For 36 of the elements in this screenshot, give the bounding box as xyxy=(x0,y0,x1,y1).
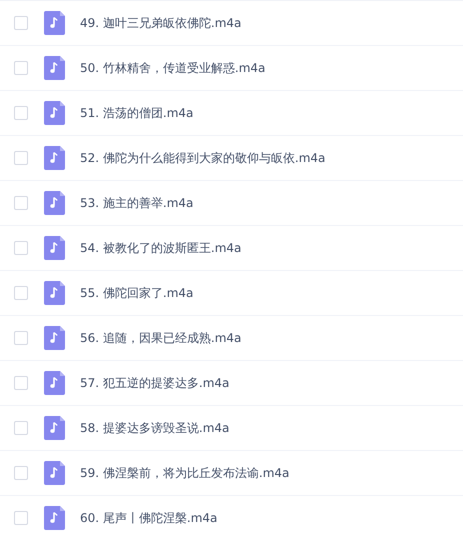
file-name[interactable]: 59. 佛涅槃前，将为比丘发布法谕.m4a xyxy=(80,464,290,482)
checkbox[interactable] xyxy=(14,286,28,300)
file-name[interactable]: 53. 施主的善举.m4a xyxy=(80,194,194,212)
audio-file-icon xyxy=(44,191,65,215)
file-name[interactable]: 58. 提婆达多谤毁圣说.m4a xyxy=(80,420,230,436)
checkbox[interactable] xyxy=(14,376,28,390)
checkbox[interactable] xyxy=(14,511,28,525)
audio-file-icon xyxy=(44,236,65,260)
audio-file-icon xyxy=(44,371,65,395)
checkbox[interactable] xyxy=(14,151,28,165)
checkbox[interactable] xyxy=(14,106,28,120)
audio-file-icon xyxy=(44,146,65,170)
file-name[interactable]: 55. 佛陀回家了.m4a xyxy=(80,284,194,302)
audio-file-icon xyxy=(44,101,65,125)
file-name[interactable]: 54. 被教化了的波斯匿王.m4a xyxy=(80,240,242,256)
audio-file-icon xyxy=(44,56,65,80)
audio-file-icon xyxy=(44,11,65,35)
audio-file-icon xyxy=(44,326,65,350)
checkbox[interactable] xyxy=(14,421,28,435)
file-name[interactable]: 52. 佛陀为什么能得到大家的敬仰与皈依.m4a xyxy=(80,150,326,166)
checkbox[interactable] xyxy=(14,466,28,480)
file-name[interactable]: 49. 迦叶三兄弟皈依佛陀.m4a xyxy=(80,14,242,32)
audio-file-icon xyxy=(44,506,65,530)
checkbox[interactable] xyxy=(14,196,28,210)
checkbox[interactable] xyxy=(14,241,28,255)
checkbox[interactable] xyxy=(14,331,28,345)
file-name[interactable]: 57. 犯五逆的提婆达多.m4a xyxy=(80,374,230,392)
audio-file-icon xyxy=(44,461,65,485)
file-name[interactable]: 60. 尾声丨佛陀涅槃.m4a xyxy=(80,510,218,526)
file-name[interactable]: 56. 追随，因果已经成熟.m4a xyxy=(80,330,242,346)
checkbox[interactable] xyxy=(14,61,28,75)
audio-file-icon xyxy=(44,281,65,305)
audio-file-icon xyxy=(44,416,65,440)
file-name[interactable]: 50. 竹林精舍，传道受业解惑.m4a xyxy=(80,60,266,76)
file-name[interactable]: 51. 浩荡的僧团.m4a xyxy=(80,104,194,122)
checkbox[interactable] xyxy=(14,16,28,30)
